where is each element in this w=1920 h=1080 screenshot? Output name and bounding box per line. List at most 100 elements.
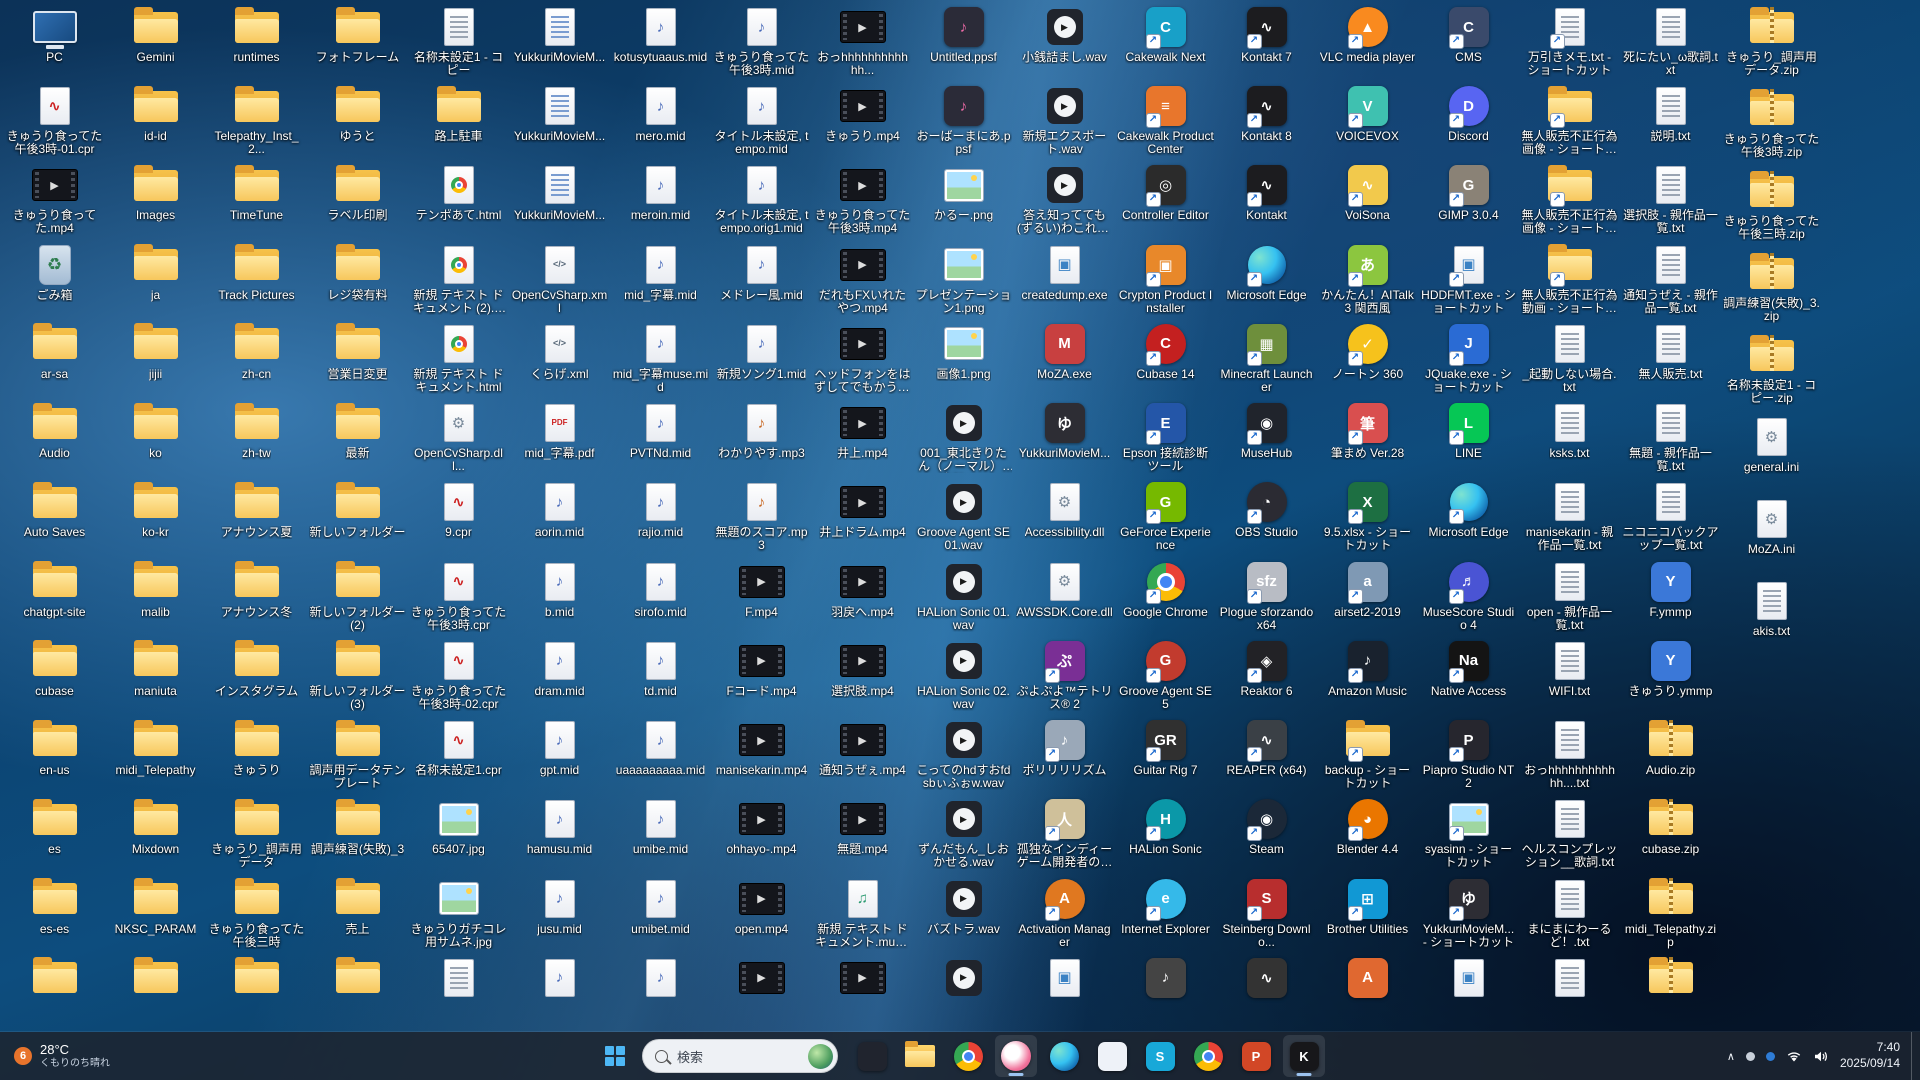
desktop-icon[interactable]: HHALion Sonic [1115, 794, 1216, 873]
desktop-icon[interactable]: きゅうり_調声用データ.zip [1721, 2, 1822, 84]
desktop-icon[interactable]: ⚙Accessibility.dll [1014, 477, 1115, 556]
desktop-icon[interactable]: ⚙OpenCvSharp.dll... [408, 398, 509, 477]
desktop-icon[interactable]: アナウンス夏 [206, 477, 307, 556]
desktop-icon[interactable]: ∿名称未設定1.cpr [408, 715, 509, 794]
desktop-icon[interactable]: YukkuriMovieM... [509, 2, 610, 81]
kontakt[interactable]: K [1283, 1035, 1325, 1077]
desktop-icon[interactable]: ▶通知うぜぇ.mp4 [812, 715, 913, 794]
desktop-icon[interactable]: ♪無題のスコア.mp3 [711, 477, 812, 556]
desktop-icon[interactable]: ∿ [1216, 953, 1317, 1032]
desktop-icon[interactable]: ∿REAPER (x64) [1216, 715, 1317, 794]
desktop-icon[interactable]: ⚙AWSSDK.Core.dll [1014, 557, 1115, 636]
desktop-icon[interactable]: PDFmid_字幕.pdf [509, 398, 610, 477]
desktop-icon[interactable]: 無人販売不正行為 動画 - ショートカット [1519, 240, 1620, 319]
desktop-icon[interactable]: レジ袋有料 [307, 240, 408, 319]
desktop-icon[interactable]: Auto Saves [4, 477, 105, 556]
desktop-icon[interactable]: 新規 テキスト ドキュメント.html [408, 319, 509, 398]
desktop-icon[interactable]: ▶HALion Sonic 01.wav [913, 557, 1014, 636]
desktop-icon[interactable] [105, 953, 206, 1032]
desktop-icon[interactable]: ∿きゅうり食ってた午後3時-02.cpr [408, 636, 509, 715]
desktop-icon[interactable]: 最新 [307, 398, 408, 477]
tray-hidden-icon[interactable] [1746, 1052, 1755, 1061]
desktop-icon[interactable]: ⚙general.ini [1721, 412, 1822, 494]
desktop-icon[interactable]: ▶小銭詰まし.wav [1014, 2, 1115, 81]
desktop-icon[interactable]: ▶ヘッドフォンをはずしてでもかう.mp4 [812, 319, 913, 398]
desktop-icon[interactable]: ∿きゅうり食ってた午後3時-01.cpr [4, 81, 105, 160]
file-explorer[interactable] [899, 1035, 941, 1077]
desktop-icon[interactable]: Audio.zip [1620, 715, 1721, 794]
weather-widget[interactable]: 6 28°C くもりのち晴れ [0, 1032, 124, 1080]
desktop-icon[interactable]: GRGuitar Rig 7 [1115, 715, 1216, 794]
desktop-icon[interactable]: 無人販売不正行為 画像 - ショートカッ... [1519, 81, 1620, 160]
desktop-icon[interactable]: ♪ [610, 953, 711, 1032]
desktop-icon[interactable]: ∿VoiSona [1317, 160, 1418, 239]
desktop-icon[interactable]: ♪umibet.mid [610, 874, 711, 953]
desktop-icon[interactable]: ♪新規ソング1.mid [711, 319, 812, 398]
microsoft-edge[interactable] [1043, 1035, 1085, 1077]
desktop-icon[interactable]: open - 親作品一覧.txt [1519, 557, 1620, 636]
desktop-icon[interactable]: ar-sa [4, 319, 105, 398]
desktop-icon[interactable]: ♪td.mid [610, 636, 711, 715]
desktop-icon[interactable]: テンポあて.html [408, 160, 509, 239]
desktop-icon[interactable]: 無人販売不正行為 画像 - ショートカット [1519, 160, 1620, 239]
desktop-icon[interactable]: ≡Cakewalk Product Center [1115, 81, 1216, 160]
desktop-icon[interactable]: ▶井上.mp4 [812, 398, 913, 477]
desktop-icon[interactable]: 無題 - 親作品一覧.txt [1620, 398, 1721, 477]
desktop-icon[interactable]: ∿Kontakt 8 [1216, 81, 1317, 160]
desktop-icon[interactable]: manisekarin - 親作品一覧.txt [1519, 477, 1620, 556]
wifi-icon[interactable] [1786, 1050, 1802, 1063]
desktop-icon[interactable] [307, 953, 408, 1032]
desktop-icon[interactable]: VVOICEVOX [1317, 81, 1418, 160]
desktop-icon[interactable]: ゆYukkuriMovieM... [1014, 398, 1115, 477]
desktop-icon[interactable]: ♪わかりやす.mp3 [711, 398, 812, 477]
google-chrome[interactable] [947, 1035, 989, 1077]
desktop-icon[interactable]: ♪aorin.mid [509, 477, 610, 556]
desktop-icon[interactable]: きゅうり食ってた午後三時 [206, 874, 307, 953]
desktop-icon[interactable]: インスタグラム [206, 636, 307, 715]
desktop-icon[interactable]: _起動しない場合.txt [1519, 319, 1620, 398]
desktop-icon[interactable]: midi_Telepathy [105, 715, 206, 794]
desktop-icon[interactable]: ▣ [1418, 953, 1519, 1032]
desktop-icon[interactable]: ▶F.mp4 [711, 557, 812, 636]
tray-overflow-button[interactable]: ∧ [1727, 1050, 1735, 1063]
show-desktop-button[interactable] [1911, 1032, 1917, 1080]
volume-icon[interactable] [1813, 1050, 1829, 1063]
skype[interactable]: S [1139, 1035, 1181, 1077]
desktop-icon[interactable]: 営業日変更 [307, 319, 408, 398]
desktop-icon[interactable]: runtimes [206, 2, 307, 81]
desktop-icon[interactable]: ♪きゅうり食ってた午後3時.mid [711, 2, 812, 81]
clock[interactable]: 7:40 2025/09/14 [1840, 1040, 1900, 1071]
desktop-icon[interactable]: 通知うぜえ - 親作品一覧.txt [1620, 240, 1721, 319]
desktop-icon[interactable]: ▣ [1014, 953, 1115, 1032]
desktop-icon[interactable]: ♪rajio.mid [610, 477, 711, 556]
search-highlight-thumbnail[interactable] [808, 1044, 833, 1069]
desktop-icon[interactable]: 路上駐車 [408, 81, 509, 160]
desktop-icon[interactable]: ニコニコバックアップ一覧.txt [1620, 477, 1721, 556]
desktop-icon[interactable]: ▶open.mp4 [711, 874, 812, 953]
copilot[interactable] [1091, 1035, 1133, 1077]
desktop-icon[interactable]: 説明.txt [1620, 81, 1721, 160]
desktop-icon[interactable]: eInternet Explorer [1115, 874, 1216, 953]
desktop-icon[interactable]: CCMS [1418, 2, 1519, 81]
desktop-icon[interactable]: Mixdown [105, 794, 206, 873]
desktop-icon[interactable]: ▶無題.mp4 [812, 794, 913, 873]
desktop-icon[interactable]: ▶きゅうり食ってた午後3時.mp4 [812, 160, 913, 239]
start-button[interactable] [595, 1036, 635, 1076]
desktop-icon[interactable]: ▶ずんだもん_しおかせる.wav [913, 794, 1014, 873]
desktop-icon[interactable]: 調声用データテンプレート [307, 715, 408, 794]
desktop-icon[interactable]: ∿Kontakt [1216, 160, 1317, 239]
desktop-icon[interactable]: ▶ [711, 953, 812, 1032]
desktop-icon[interactable]: ja [105, 240, 206, 319]
desktop-icon[interactable]: maniuta [105, 636, 206, 715]
desktop-icon[interactable]: 新規 テキスト ドキュメント (2).html [408, 240, 509, 319]
desktop-icon[interactable]: ♪タイトル未設定, tempo.orig1.mid [711, 160, 812, 239]
search-box[interactable]: 検索 [642, 1039, 838, 1073]
desktop-icon[interactable]: おっhhhhhhhhhhhh....txt [1519, 715, 1620, 794]
desktop-icon[interactable]: フォトフレーム [307, 2, 408, 81]
desktop-icon[interactable]: Images [105, 160, 206, 239]
desktop-icon[interactable]: LLINE [1418, 398, 1519, 477]
desktop-icon[interactable] [4, 953, 105, 1032]
desktop-icon[interactable]: ▶おっhhhhhhhhhhhh... [812, 2, 913, 81]
desktop-icon[interactable]: ▶答え知ってても(ずるい)わこれし.wav [1014, 160, 1115, 239]
desktop-icon[interactable]: ♫新規 テキスト ドキュメント.musicxml [812, 874, 913, 953]
